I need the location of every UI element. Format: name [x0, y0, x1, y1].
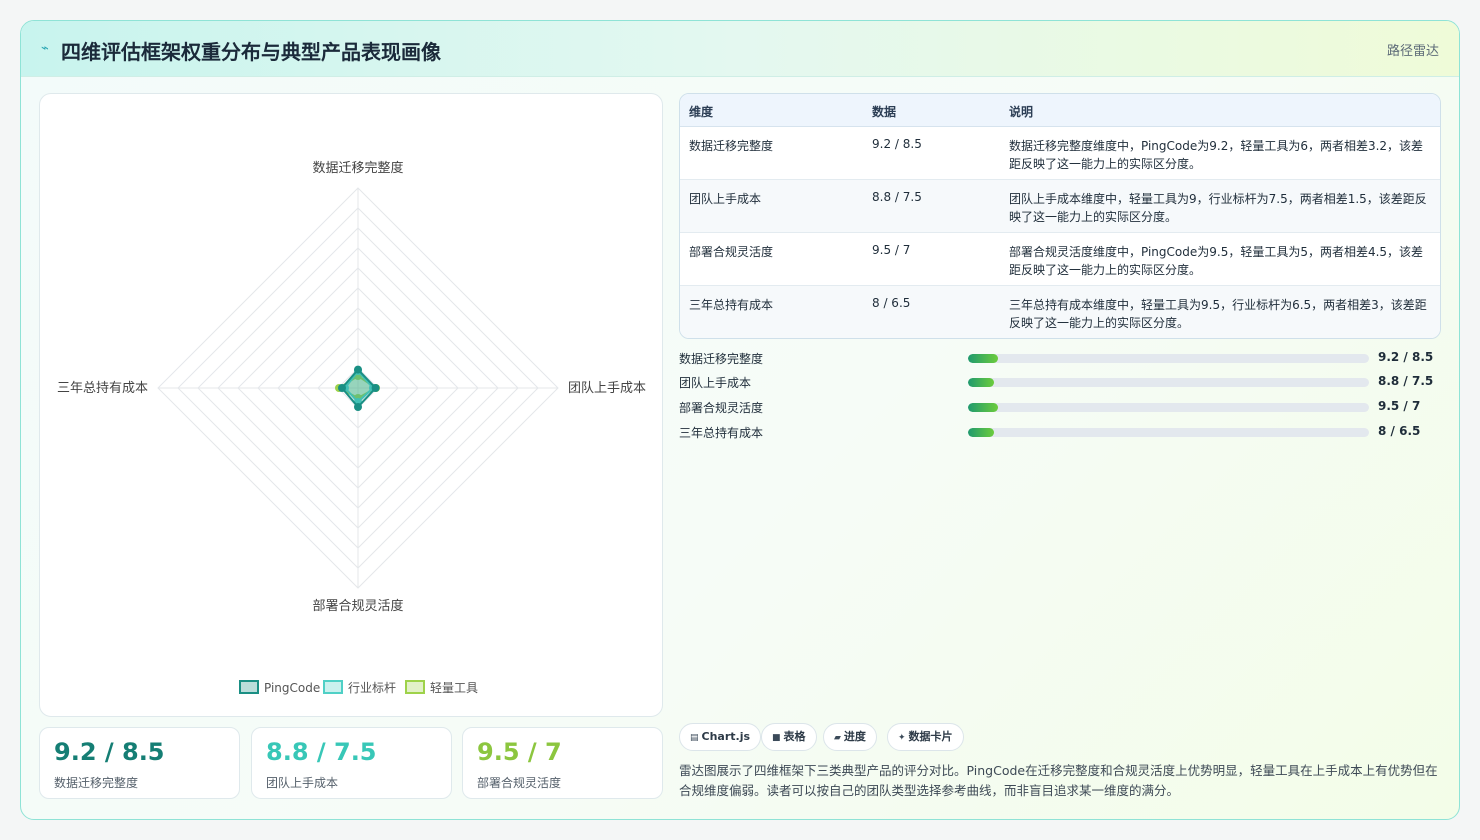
cell-desc: 部署合规灵活度维度中，PingCode为9.5，轻量工具为5，两者相差4.5，该…	[1009, 245, 1424, 277]
progress-value: 9.2 / 8.5	[1378, 350, 1434, 364]
chip-label: 进度	[843, 730, 866, 743]
progress-row: 数据迁移完整度 9.2 / 8.5	[679, 348, 1441, 368]
progress-label: 部署合规灵活度	[679, 401, 764, 415]
cell-desc: 团队上手成本维度中，轻量工具为9，行业标杆为7.5，两者相差1.5，该差距反映了…	[1009, 192, 1427, 224]
cell-desc: 三年总持有成本维度中，轻量工具为9.5，行业标杆为6.5，两者相差3，该差距反映…	[1009, 298, 1427, 330]
stat-card: 9.5 / 7 部署合规灵活度	[462, 727, 663, 799]
radar-data-point	[354, 403, 362, 411]
data-table: 维度 数据 说明 数据迁移完整度 9.2 / 8.5 数据迁移完整度维度中，Pi…	[679, 93, 1441, 339]
radar-axis-label: 三年总持有成本	[57, 381, 148, 396]
card-icon: ✦	[898, 733, 906, 743]
stat-label: 数据迁移完整度	[54, 776, 139, 790]
stat-value: 9.2 / 8.5	[54, 738, 165, 766]
progress-track	[968, 354, 1369, 363]
table-row: 部署合规灵活度 9.5 / 7 部署合规灵活度维度中，PingCode为9.5，…	[680, 233, 1440, 286]
header: ⌁ 四维评估框架权重分布与典型产品表现画像 路径雷达	[21, 21, 1459, 77]
table-row: 团队上手成本 8.8 / 7.5 团队上手成本维度中，轻量工具为9，行业标杆为7…	[680, 180, 1440, 233]
legend-swatch	[239, 680, 259, 694]
cell-data: 8.8 / 7.5	[872, 190, 922, 204]
cell-data: 8 / 6.5	[872, 296, 911, 310]
progress-row: 部署合规灵活度 9.5 / 7	[679, 397, 1441, 417]
chip-label: Chart.js	[701, 730, 751, 743]
radar-data-point	[338, 384, 346, 392]
stat-value: 9.5 / 7	[477, 738, 562, 766]
table-icon: ■	[772, 733, 781, 743]
table-row: 数据迁移完整度 9.2 / 8.5 数据迁移完整度维度中，PingCode为9.…	[680, 127, 1440, 180]
progress-row: 三年总持有成本 8 / 6.5	[679, 422, 1441, 442]
cell-dimension: 三年总持有成本	[689, 298, 774, 312]
line-chart-icon: ⌁	[41, 41, 49, 56]
cell-desc: 数据迁移完整度维度中，PingCode为9.2，轻量工具为6，两者相差3.2，该…	[1009, 139, 1424, 171]
progress-fill	[968, 403, 999, 412]
radar-data-point	[354, 365, 362, 374]
radar-chart-panel: 数据迁移完整度团队上手成本部署合规灵活度 三年总持有成本 PingCode 行业标杆 轻…	[39, 93, 663, 717]
progress-track	[968, 378, 1369, 387]
column-header: 说明	[1009, 105, 1034, 119]
chip-chartjs[interactable]: ▤ Chart.js	[679, 723, 762, 751]
page-title: 四维评估框架权重分布与典型产品表现画像	[61, 40, 441, 64]
progress-value: 8 / 6.5	[1378, 424, 1421, 438]
chip-table[interactable]: ■ 表格	[761, 723, 817, 751]
chip-progress[interactable]: ▰ 进度	[823, 723, 877, 751]
stat-card: 8.8 / 7.5 团队上手成本	[251, 727, 452, 799]
legend-swatch	[323, 680, 343, 694]
progress-label: 团队上手成本	[679, 376, 752, 390]
progress-label: 数据迁移完整度	[679, 352, 764, 366]
radar-axis-label: 团队上手成本	[568, 381, 646, 396]
stat-label: 部署合规灵活度	[477, 776, 562, 790]
progress-track	[968, 428, 1369, 437]
progress-icon: ▰	[834, 733, 841, 743]
header-tag: 路径雷达	[1386, 44, 1439, 59]
chip-data-card[interactable]: ✦ 数据卡片	[887, 723, 964, 751]
column-header: 维度	[689, 105, 714, 119]
radar-axis-label: 数据迁移完整度	[312, 160, 403, 176]
progress-value: 8.8 / 7.5	[1378, 374, 1434, 388]
cell-data: 9.2 / 8.5	[872, 137, 922, 151]
stat-value: 8.8 / 7.5	[266, 738, 377, 766]
table-row: 三年总持有成本 8 / 6.5 三年总持有成本维度中，轻量工具为9.5，行业标杆…	[680, 286, 1440, 338]
progress-value: 9.5 / 7	[1378, 399, 1421, 413]
radar-chart: 数据迁移完整度团队上手成本部署合规灵活度 三年总持有成本 PingCode 行业标杆 轻…	[57, 160, 646, 695]
stat-label: 团队上手成本	[266, 776, 339, 790]
column-header: 数据	[872, 105, 897, 119]
table-header: 维度 数据 说明	[680, 94, 1440, 127]
legend-label: 行业标杆	[348, 681, 396, 695]
radar-series-area	[340, 368, 377, 409]
radar-data-point	[371, 384, 380, 392]
cell-dimension: 团队上手成本	[689, 192, 762, 206]
chip-label: 数据卡片	[908, 730, 953, 743]
progress-fill	[968, 378, 995, 387]
radar-axis-label: 部署合规灵活度	[312, 598, 403, 614]
legend-label: PingCode	[264, 681, 320, 695]
progress-row: 团队上手成本 8.8 / 7.5	[679, 372, 1441, 392]
cell-dimension: 部署合规灵活度	[689, 245, 774, 259]
stat-card: 9.2 / 8.5 数据迁移完整度	[39, 727, 240, 799]
cell-data: 9.5 / 7	[872, 243, 911, 257]
chart-icon: ▤	[690, 733, 699, 743]
progress-fill	[968, 428, 995, 437]
progress-track	[968, 403, 1369, 412]
summary-note: 雷达图展示了四维框架下三类典型产品的评分对比。PingCode在迁移完整度和合规…	[679, 763, 1438, 798]
progress-label: 三年总持有成本	[679, 426, 764, 440]
dashboard-card: ⌁ 四维评估框架权重分布与典型产品表现画像 路径雷达 数据迁移完整度 团队上手成本…	[20, 20, 1460, 820]
legend-swatch	[405, 680, 425, 694]
cell-dimension: 数据迁移完整度	[689, 139, 774, 153]
chip-label: 表格	[783, 730, 806, 743]
legend-label: 轻量工具	[430, 681, 478, 695]
progress-fill	[968, 354, 999, 363]
